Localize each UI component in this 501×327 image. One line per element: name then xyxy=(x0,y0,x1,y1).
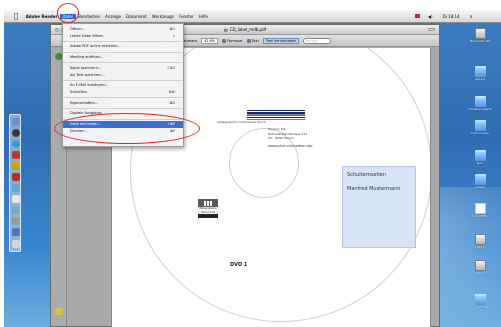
annotation-circle-datei xyxy=(57,3,79,23)
document-icon xyxy=(474,203,486,214)
desktop-icon-dvd-1[interactable]: DVD 1 xyxy=(463,234,497,250)
menubar-clock[interactable]: Di 18:14 xyxy=(440,14,462,19)
menu-fenster[interactable]: Fenster xyxy=(177,14,197,19)
pdf-document-icon: ▤ xyxy=(223,27,228,32)
menu-item-letzte-datei[interactable]: Letzte Datei öffnen ▸ xyxy=(63,33,183,40)
dvd-label-text: DVD 1 xyxy=(230,262,248,268)
desktop-icon-dvd-2[interactable]: DVD 2 xyxy=(463,260,497,276)
folder-icon xyxy=(474,294,486,305)
menu-dokument[interactable]: Dokument xyxy=(124,14,150,19)
apple-menu-icon[interactable]:  xyxy=(4,12,23,20)
menu-separator xyxy=(63,51,183,53)
menu-item-kopie-speichern[interactable]: Kopie speichern... ⇧⌘S xyxy=(63,65,183,72)
desktop-icon-macintosh-hd[interactable]: Macintosh HD xyxy=(463,28,497,44)
trash-icon[interactable] xyxy=(12,240,20,248)
menu-item-schliessen[interactable]: Schließen ⌘W xyxy=(63,89,183,96)
menu-separator xyxy=(63,40,183,42)
folder-icon xyxy=(474,174,486,185)
menu-item-als-text[interactable]: Als Text speichern... xyxy=(63,72,183,79)
logo-tagline: pädagogische hochschule zürich xyxy=(217,120,266,124)
address-book-icon[interactable] xyxy=(12,162,20,170)
menu-werkzeuge[interactable]: Werkzeuge xyxy=(149,14,176,19)
zoom-select[interactable]: 42,6% xyxy=(201,37,219,44)
menu-item-email[interactable]: An E-Mail anhängen... xyxy=(63,82,183,89)
dock xyxy=(9,114,21,252)
hand-tool-icon xyxy=(222,38,227,43)
app-menu[interactable]: Adobe Reader xyxy=(23,14,60,19)
desktop:  Adobe Reader Datei Bearbeiten Anzeige … xyxy=(4,10,501,327)
text-tool-button[interactable]: Text xyxy=(246,38,259,43)
folder-icon xyxy=(474,66,486,77)
text-select-icon xyxy=(246,38,251,43)
input-flag-icon[interactable] xyxy=(415,14,421,18)
highlight-tool-button[interactable]: Text hervorheben xyxy=(262,37,300,44)
desktop-icon-geteilt[interactable]: Geteilt xyxy=(463,66,497,82)
desktop-icon-ablage[interactable]: Ablage xyxy=(463,174,497,190)
disc-icon xyxy=(474,234,486,245)
mail-icon[interactable] xyxy=(12,184,20,192)
folder-icon xyxy=(474,150,486,161)
form-tool-button[interactable]: Formular xyxy=(222,38,243,43)
folder-stack-icon[interactable] xyxy=(12,228,20,236)
school-name: Schulternsehen xyxy=(347,172,386,178)
acrobat-icon[interactable] xyxy=(12,173,20,181)
attachment-icon[interactable] xyxy=(55,308,63,315)
desktop-icon-c-kampeli[interactable]: C_KAMPELI xyxy=(463,203,497,219)
folder-icon xyxy=(474,96,486,107)
volume-icon[interactable]: ◀) xyxy=(425,14,435,19)
calendar-icon[interactable] xyxy=(12,151,20,159)
search-input[interactable]: Suchen xyxy=(303,37,332,44)
desktop-icon-medienprojekte[interactable]: Medienprojekte xyxy=(463,96,497,112)
spotlight-icon[interactable]: ⚲ xyxy=(467,14,475,19)
annotation-circle-seite-einrichten xyxy=(54,113,200,144)
menu-separator xyxy=(63,62,183,64)
menu-item-eigenschaften[interactable]: Eigenschaften... ⌘D xyxy=(63,100,183,107)
disc-icon xyxy=(474,260,486,271)
system-preferences-icon[interactable] xyxy=(12,217,20,225)
menu-item-meeting[interactable]: Meeting eröffnen... xyxy=(63,54,183,61)
close-window-button[interactable] xyxy=(55,28,59,32)
desktop-icon-kurs[interactable]: Kurs xyxy=(463,150,497,166)
menubar-status: ◀) Di 18:14 ⚲ xyxy=(415,10,475,22)
menu-hilfe[interactable]: Hilfe xyxy=(196,14,210,19)
desktop-icon-kurs-auftraege[interactable]: kurs_aufträge xyxy=(463,294,497,310)
menu-separator xyxy=(63,79,183,81)
menu-separator xyxy=(63,97,183,99)
folder-icon xyxy=(474,120,486,131)
label-textbox: Schulternsehen Manfred Mustermann xyxy=(342,166,416,248)
desktop-icon-dokumente[interactable]: Dokumente xyxy=(463,120,497,136)
dashboard-icon[interactable] xyxy=(12,129,20,137)
menu-item-oeffnen[interactable]: Öffnen... ⌘O xyxy=(63,26,183,33)
person-name: Manfred Mustermann xyxy=(347,186,401,192)
menu-item-pdf-online[interactable]: Adobe PDF online erstellen... xyxy=(63,43,183,50)
preview-icon[interactable] xyxy=(12,206,20,214)
hard-drive-icon xyxy=(474,28,486,39)
menu-anzeige[interactable]: Anzeige xyxy=(103,14,124,19)
safari-icon[interactable] xyxy=(12,140,20,148)
submenu-arrow-icon: ▸ xyxy=(173,33,175,38)
menu-separator xyxy=(63,107,183,109)
website-text: www.phzh.ch/medien-tab xyxy=(268,144,313,148)
menu-bearbeiten[interactable]: Bearbeiten xyxy=(76,14,103,19)
window-title: CD_label_mdb.pdf xyxy=(229,27,267,32)
finder-icon[interactable] xyxy=(12,118,20,126)
address-line-3: CH - 8090 Zürich xyxy=(268,136,294,140)
toolbar-toggle-button[interactable] xyxy=(428,28,435,31)
textedit-icon[interactable] xyxy=(12,195,20,203)
phzh-icon-logo: Pädagogische Hochschule xyxy=(198,199,218,221)
